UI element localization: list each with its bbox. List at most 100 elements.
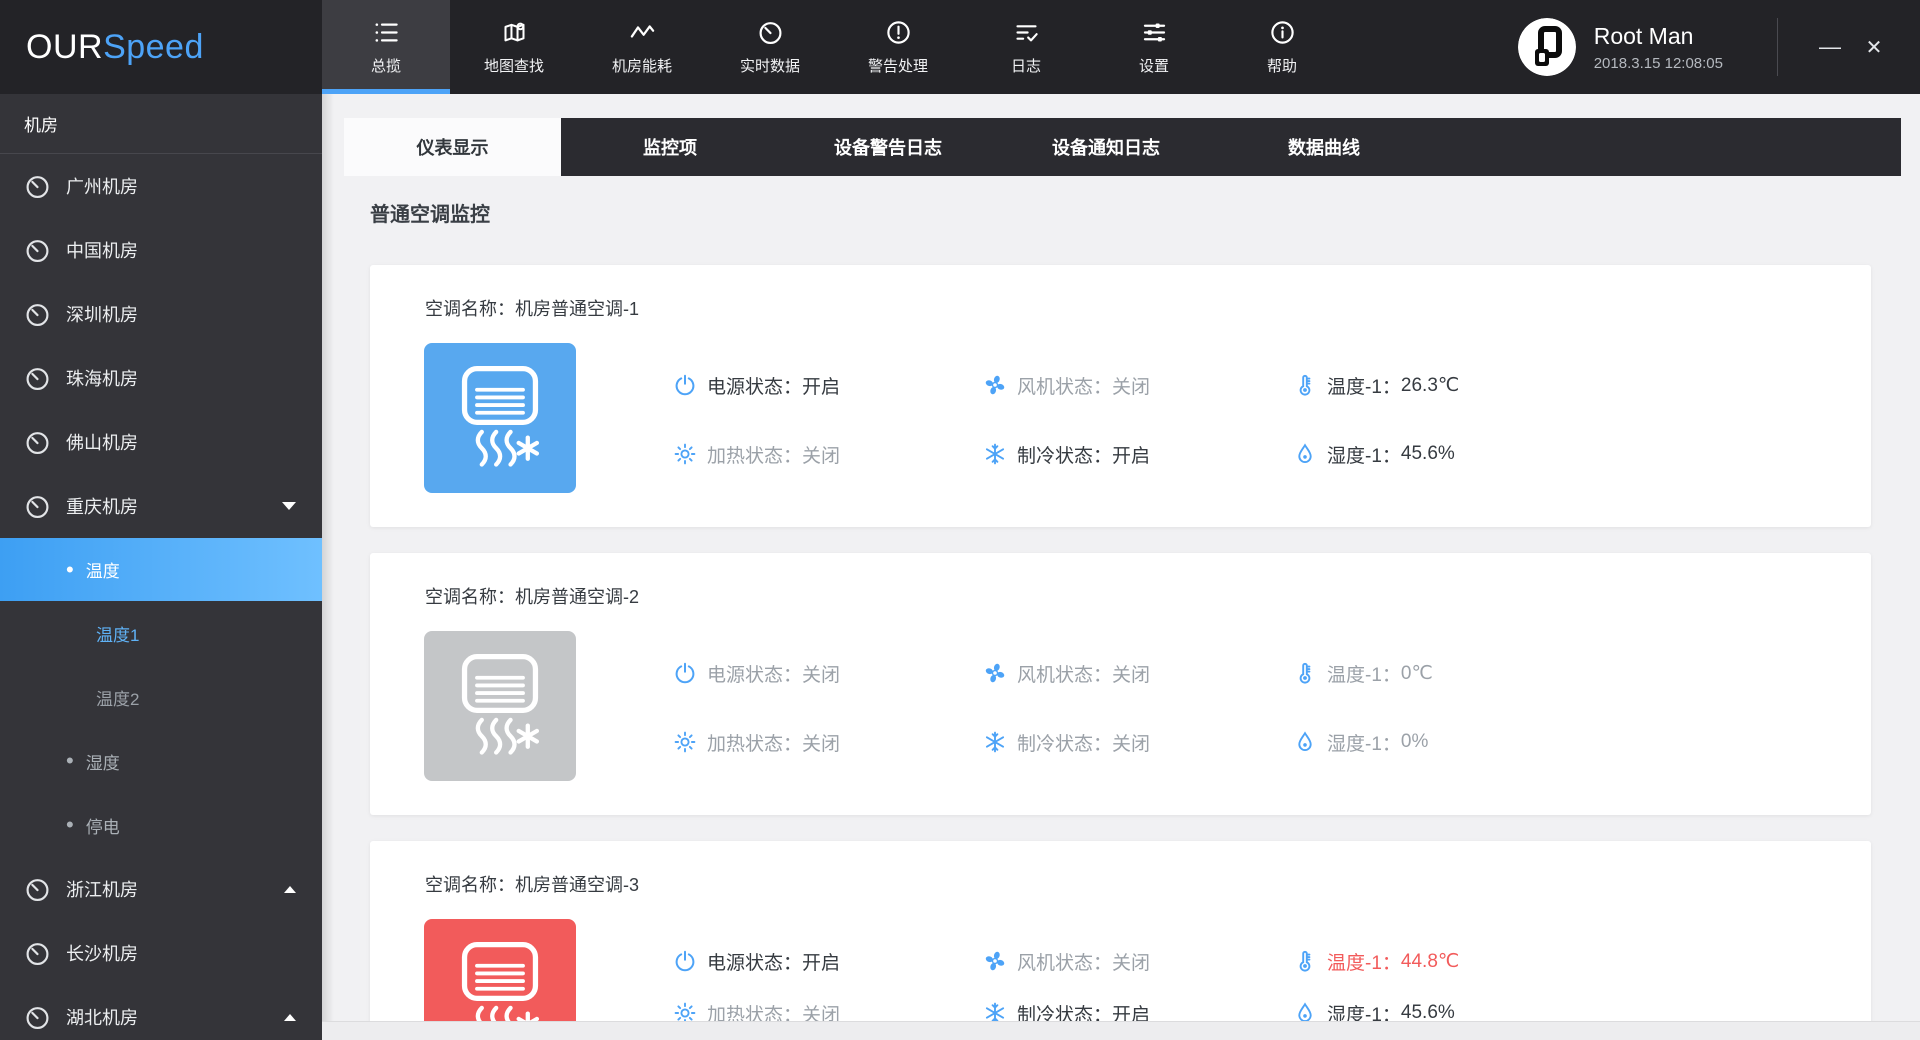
activity-icon <box>629 19 656 46</box>
gauge-icon <box>24 1004 51 1031</box>
user-info: Root Man 2018.3.15 12:08:05 <box>1594 23 1723 72</box>
tab-device-notice-log[interactable]: 设备通知日志 <box>997 118 1215 176</box>
power-status: 电源状态：开启 <box>673 369 840 401</box>
nav-item-alert-handling[interactable]: 警告处理 <box>834 0 962 94</box>
nav-item-overview[interactable]: 总揽 <box>322 0 450 94</box>
sidebar-subitem-power-outage[interactable]: • 停电 <box>0 793 322 857</box>
minimize-button[interactable]: — <box>1808 25 1852 69</box>
main-content: 仪表显示 监控项 设备警告日志 设备通知日志 数据曲线 普通空调监控 空调名称：… <box>322 94 1920 1040</box>
thermometer-icon <box>1293 373 1317 397</box>
ac-name: 空调名称：机房普通空调-2 <box>425 583 639 609</box>
gauge-icon <box>24 237 51 264</box>
nav-item-logs[interactable]: 日志 <box>962 0 1090 94</box>
window-controls-divider <box>1777 18 1778 76</box>
ac-card-2: 空调名称：机房普通空调-2 电源状态：关闭 风机状态：关闭 温度-1：0℃ 加热… <box>370 553 1871 815</box>
cooling-status: 制冷状态：开启 <box>983 438 1150 470</box>
fan-status: 风机状态：关闭 <box>983 369 1150 401</box>
sidebar-subitem-temperature-2[interactable]: 温度2 <box>0 665 322 729</box>
fan-icon <box>983 661 1007 685</box>
sidebar: 机房 广州机房 中国机房 深圳机房 珠海机房 佛山机房 重庆机房 • 温 <box>0 94 322 1040</box>
sidebar-title: 机房 <box>0 94 322 154</box>
gauge-icon <box>24 365 51 392</box>
gauge-icon <box>757 19 784 46</box>
power-status: 电源状态：开启 <box>673 945 840 977</box>
close-button[interactable]: ✕ <box>1852 25 1896 69</box>
sidebar-subitem-humidity[interactable]: • 湿度 <box>0 729 322 793</box>
air-conditioner-icon <box>424 631 576 781</box>
gauge-icon <box>24 493 51 520</box>
fan-status: 风机状态：关闭 <box>983 657 1150 689</box>
nav-item-settings[interactable]: 设置 <box>1090 0 1218 94</box>
top-navigation: 总揽 地图查找 机房能耗 实时数据 警告处理 <box>322 0 1346 94</box>
sidebar-subitem-temperature-1[interactable]: 温度1 <box>0 601 322 665</box>
sidebar-item-zhuhai[interactable]: 珠海机房 <box>0 346 322 410</box>
gauge-icon <box>24 876 51 903</box>
ac-name: 空调名称：机房普通空调-1 <box>425 295 639 321</box>
gauge-icon <box>24 429 51 456</box>
chevron-down-icon <box>282 502 296 510</box>
tab-data-curve[interactable]: 数据曲线 <box>1215 118 1433 176</box>
sidebar-subitem-temperature[interactable]: • 温度 <box>0 538 322 601</box>
thermometer-icon <box>1293 661 1317 685</box>
power-icon <box>673 949 697 973</box>
nav-item-realtime-data[interactable]: 实时数据 <box>706 0 834 94</box>
datetime: 2018.3.15 12:08:05 <box>1594 55 1723 72</box>
ac-card-3: 空调名称：机房普通空调-3 电源状态：开启 风机状态：关闭 温度-1：44.8℃… <box>370 841 1871 1040</box>
info-icon <box>1269 19 1296 46</box>
alert-icon <box>885 19 912 46</box>
humidity-icon <box>1293 442 1317 466</box>
top-bar: OURSpeed 总揽 地图查找 机房能耗 <box>0 0 1920 94</box>
page-title: 普通空调监控 <box>370 198 1920 227</box>
gauge-icon <box>24 173 51 200</box>
chevron-up-icon <box>284 1014 296 1021</box>
humidity-reading: 湿度-1：45.6% <box>1293 438 1455 470</box>
sidebar-item-shenzhen[interactable]: 深圳机房 <box>0 282 322 346</box>
bottom-edge-strip <box>322 1021 1920 1040</box>
sidebar-item-chongqing[interactable]: 重庆机房 <box>0 474 322 538</box>
tab-bar: 仪表显示 监控项 设备警告日志 设备通知日志 数据曲线 <box>344 118 1901 176</box>
avatar[interactable] <box>1518 18 1576 76</box>
ac-card-1: 空调名称：机房普通空调-1 电源状态：开启 风机状态：关闭 温度-1：26.3℃… <box>370 265 1871 527</box>
map-pin-icon <box>501 19 528 46</box>
air-conditioner-icon <box>424 343 576 493</box>
nav-item-help[interactable]: 帮助 <box>1218 0 1346 94</box>
sidebar-item-guangzhou[interactable]: 广州机房 <box>0 154 322 218</box>
heating-status: 加热状态：关闭 <box>673 438 840 470</box>
gauge-icon <box>24 301 51 328</box>
user-name: Root Man <box>1594 23 1723 50</box>
sidebar-item-zhongguo[interactable]: 中国机房 <box>0 218 322 282</box>
fan-icon <box>983 949 1007 973</box>
nav-item-energy[interactable]: 机房能耗 <box>578 0 706 94</box>
humidity-reading: 湿度-1：0% <box>1293 726 1428 758</box>
sidebar-item-foshan[interactable]: 佛山机房 <box>0 410 322 474</box>
tab-group: 监控项 设备警告日志 设备通知日志 数据曲线 <box>561 118 1901 176</box>
temperature-reading: 温度-1：0℃ <box>1293 657 1433 689</box>
tab-device-alert-log[interactable]: 设备警告日志 <box>779 118 997 176</box>
sidebar-item-zhejiang[interactable]: 浙江机房 <box>0 857 322 921</box>
thermometer-icon <box>1293 949 1317 973</box>
nav-item-map-search[interactable]: 地图查找 <box>450 0 578 94</box>
heater-icon <box>673 730 697 754</box>
tab-monitoring-items[interactable]: 监控项 <box>561 118 779 176</box>
sidebar-item-hubei[interactable]: 湖北机房 <box>0 985 322 1040</box>
chevron-up-icon <box>284 886 296 893</box>
gauge-icon <box>24 940 51 967</box>
heater-icon <box>673 442 697 466</box>
logo-primary: OUR <box>26 28 103 67</box>
top-right-area: Root Man 2018.3.15 12:08:05 — ✕ <box>1518 0 1920 94</box>
cooling-status: 制冷状态：关闭 <box>983 726 1150 758</box>
app-logo: OURSpeed <box>0 0 322 94</box>
fan-icon <box>983 373 1007 397</box>
heating-status: 加热状态：关闭 <box>673 726 840 758</box>
power-icon <box>673 661 697 685</box>
power-icon <box>673 373 697 397</box>
temperature-reading: 温度-1：26.3℃ <box>1293 369 1459 401</box>
ac-name: 空调名称：机房普通空调-3 <box>425 871 639 897</box>
power-status: 电源状态：关闭 <box>673 657 840 689</box>
log-filter-icon <box>1013 19 1040 46</box>
list-icon <box>373 19 400 46</box>
temperature-reading: 温度-1：44.8℃ <box>1293 945 1459 977</box>
tab-gauge-display[interactable]: 仪表显示 <box>344 118 561 176</box>
logo-accent: Speed <box>103 28 204 67</box>
sidebar-item-changsha[interactable]: 长沙机房 <box>0 921 322 985</box>
